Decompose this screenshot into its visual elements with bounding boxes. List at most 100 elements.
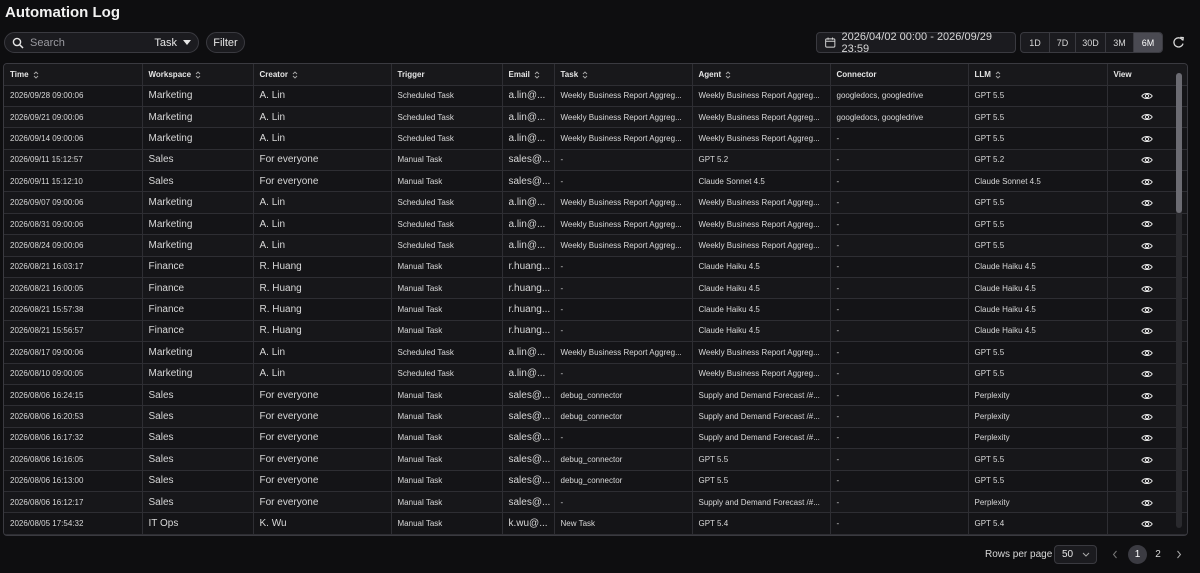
table-row[interactable]: 2026/09/11 15:12:57 Sales For everyone Manu… [4, 149, 1187, 172]
view-cell[interactable] [1107, 277, 1187, 300]
trigger-cell: Manual Task [391, 149, 503, 172]
view-cell[interactable] [1107, 341, 1187, 364]
table-row[interactable]: 2026/08/21 16:00:05 Finance R. Huang Manual… [4, 277, 1187, 300]
view-cell[interactable] [1107, 405, 1187, 428]
range-1d-button[interactable]: 1D [1021, 33, 1050, 52]
sort-icon[interactable] [995, 71, 1001, 79]
range-7d-button[interactable]: 7D [1050, 33, 1076, 52]
col-creator[interactable]: Creator [253, 64, 392, 86]
table-row[interactable]: 2026/08/06 16:24:15 Sales For everyone Manu… [4, 384, 1187, 407]
search-type-select[interactable]: Task [154, 37, 177, 49]
table-row[interactable]: 2026/08/06 16:13:00 Sales For everyone Manu… [4, 470, 1187, 492]
table-row[interactable]: 2026/08/24 09:00:06 Marketing A. Lin Schedu… [4, 234, 1187, 257]
eye-icon[interactable] [1141, 392, 1153, 400]
eye-icon[interactable] [1141, 413, 1153, 421]
view-cell[interactable] [1107, 512, 1187, 535]
view-cell[interactable] [1107, 149, 1187, 172]
col-task[interactable]: Task [554, 64, 693, 86]
table-row[interactable]: 2026/09/21 09:00:06 Marketing A. Lin Schedu… [4, 106, 1187, 129]
eye-icon[interactable] [1141, 156, 1153, 164]
sort-icon[interactable] [195, 71, 201, 79]
eye-icon[interactable] [1141, 113, 1153, 121]
view-cell[interactable] [1107, 320, 1187, 343]
chevron-right-icon[interactable] [1176, 550, 1182, 559]
page-1-button[interactable]: 1 [1128, 545, 1147, 564]
chevron-left-icon[interactable] [1112, 550, 1118, 559]
table-row[interactable]: 2026/09/14 09:00:06 Marketing A. Lin Schedu… [4, 127, 1187, 150]
table-row[interactable]: 2026/08/05 17:54:32 IT Ops K. Wu Manual Tas… [4, 512, 1187, 535]
view-cell[interactable] [1107, 427, 1187, 450]
sort-icon[interactable] [534, 71, 540, 79]
view-cell[interactable] [1107, 234, 1187, 257]
eye-icon[interactable] [1141, 199, 1153, 207]
table-row[interactable]: 2026/08/17 09:00:06 Marketing A. Lin Schedu… [4, 341, 1187, 364]
view-cell[interactable] [1107, 85, 1187, 107]
col-agent[interactable]: Agent [692, 64, 831, 86]
view-cell[interactable] [1107, 213, 1187, 236]
view-cell[interactable] [1107, 256, 1187, 279]
eye-icon[interactable] [1141, 499, 1153, 507]
page-2-button[interactable]: 2 [1150, 545, 1166, 564]
table-row[interactable]: 2026/08/06 16:12:17 Sales For everyone Manu… [4, 491, 1187, 514]
filter-button[interactable]: Filter [206, 32, 245, 53]
refresh-icon[interactable] [1172, 36, 1185, 49]
sort-icon[interactable] [582, 71, 588, 79]
search-placeholder[interactable]: Search [30, 37, 154, 49]
col-time[interactable]: Time [4, 64, 143, 86]
table-row[interactable]: 2026/09/07 09:00:06 Marketing A. Lin Schedu… [4, 191, 1187, 214]
eye-icon[interactable] [1141, 434, 1153, 442]
view-cell[interactable] [1107, 363, 1187, 385]
table-row[interactable]: 2026/08/21 16:03:17 Finance R. Huang Manual… [4, 256, 1187, 279]
eye-icon[interactable] [1141, 242, 1153, 250]
chevron-down-icon[interactable] [1082, 552, 1090, 557]
range-3m-button[interactable]: 3M [1106, 33, 1134, 52]
trigger-cell: Manual Task [391, 427, 503, 450]
eye-icon[interactable] [1141, 370, 1153, 378]
view-cell[interactable] [1107, 448, 1187, 471]
sort-icon[interactable] [725, 71, 731, 79]
eye-icon[interactable] [1141, 178, 1153, 186]
table-row[interactable]: 2026/09/28 09:00:06 Marketing A. Lin Schedu… [4, 85, 1187, 107]
date-range-text[interactable]: 2026/04/02 00:00 - 2026/09/29 23:59 [842, 31, 1015, 55]
view-cell[interactable] [1107, 127, 1187, 150]
date-range-picker[interactable]: 2026/04/02 00:00 - 2026/09/29 23:59 [816, 31, 1016, 55]
eye-icon[interactable] [1141, 520, 1153, 528]
caret-down-icon[interactable] [183, 40, 191, 45]
col-workspace[interactable]: Workspace [142, 64, 254, 86]
col-llm[interactable]: LLM [968, 64, 1108, 86]
rows-per-page-select[interactable]: 50 [1054, 545, 1097, 564]
table-row[interactable]: 2026/08/31 09:00:06 Marketing A. Lin Schedu… [4, 213, 1187, 236]
eye-icon[interactable] [1141, 349, 1153, 357]
view-cell[interactable] [1107, 470, 1187, 492]
table-row[interactable]: 2026/08/06 16:16:05 Sales For everyone Manu… [4, 448, 1187, 471]
view-cell[interactable] [1107, 298, 1187, 321]
eye-icon[interactable] [1141, 306, 1153, 314]
eye-icon[interactable] [1141, 135, 1153, 143]
eye-icon[interactable] [1141, 327, 1153, 335]
eye-icon[interactable] [1141, 477, 1153, 485]
range-6m-button[interactable]: 6M [1134, 33, 1162, 52]
table-row[interactable]: 2026/08/06 16:20:53 Sales For everyone Manu… [4, 405, 1187, 428]
col-email[interactable]: Email [502, 64, 555, 86]
table-row[interactable]: 2026/09/11 15:12:10 Sales For everyone Manu… [4, 170, 1187, 193]
table-row[interactable]: 2026/08/21 15:56:57 Finance R. Huang Manual… [4, 320, 1187, 343]
scrollbar-thumb[interactable] [1176, 73, 1182, 213]
range-30d-button[interactable]: 30D [1076, 33, 1106, 52]
table-row[interactable]: 2026/08/06 16:17:32 Sales For everyone Manu… [4, 427, 1187, 450]
eye-icon[interactable] [1141, 285, 1153, 293]
table-row[interactable]: 2026/08/21 15:57:38 Finance R. Huang Manual… [4, 298, 1187, 321]
eye-icon[interactable] [1141, 456, 1153, 464]
view-cell[interactable] [1107, 191, 1187, 214]
view-cell[interactable] [1107, 170, 1187, 193]
sort-icon[interactable] [33, 71, 39, 79]
view-cell[interactable] [1107, 106, 1187, 129]
table-row[interactable]: 2026/08/10 09:00:05 Marketing A. Lin Schedu… [4, 363, 1187, 385]
sort-icon[interactable] [292, 71, 298, 79]
search-input[interactable]: Search Task [4, 32, 199, 53]
eye-icon[interactable] [1141, 220, 1153, 228]
view-cell[interactable] [1107, 491, 1187, 514]
eye-icon[interactable] [1141, 92, 1153, 100]
view-cell[interactable] [1107, 384, 1187, 407]
eye-icon[interactable] [1141, 263, 1153, 271]
table-scrollbar[interactable] [1176, 73, 1182, 528]
